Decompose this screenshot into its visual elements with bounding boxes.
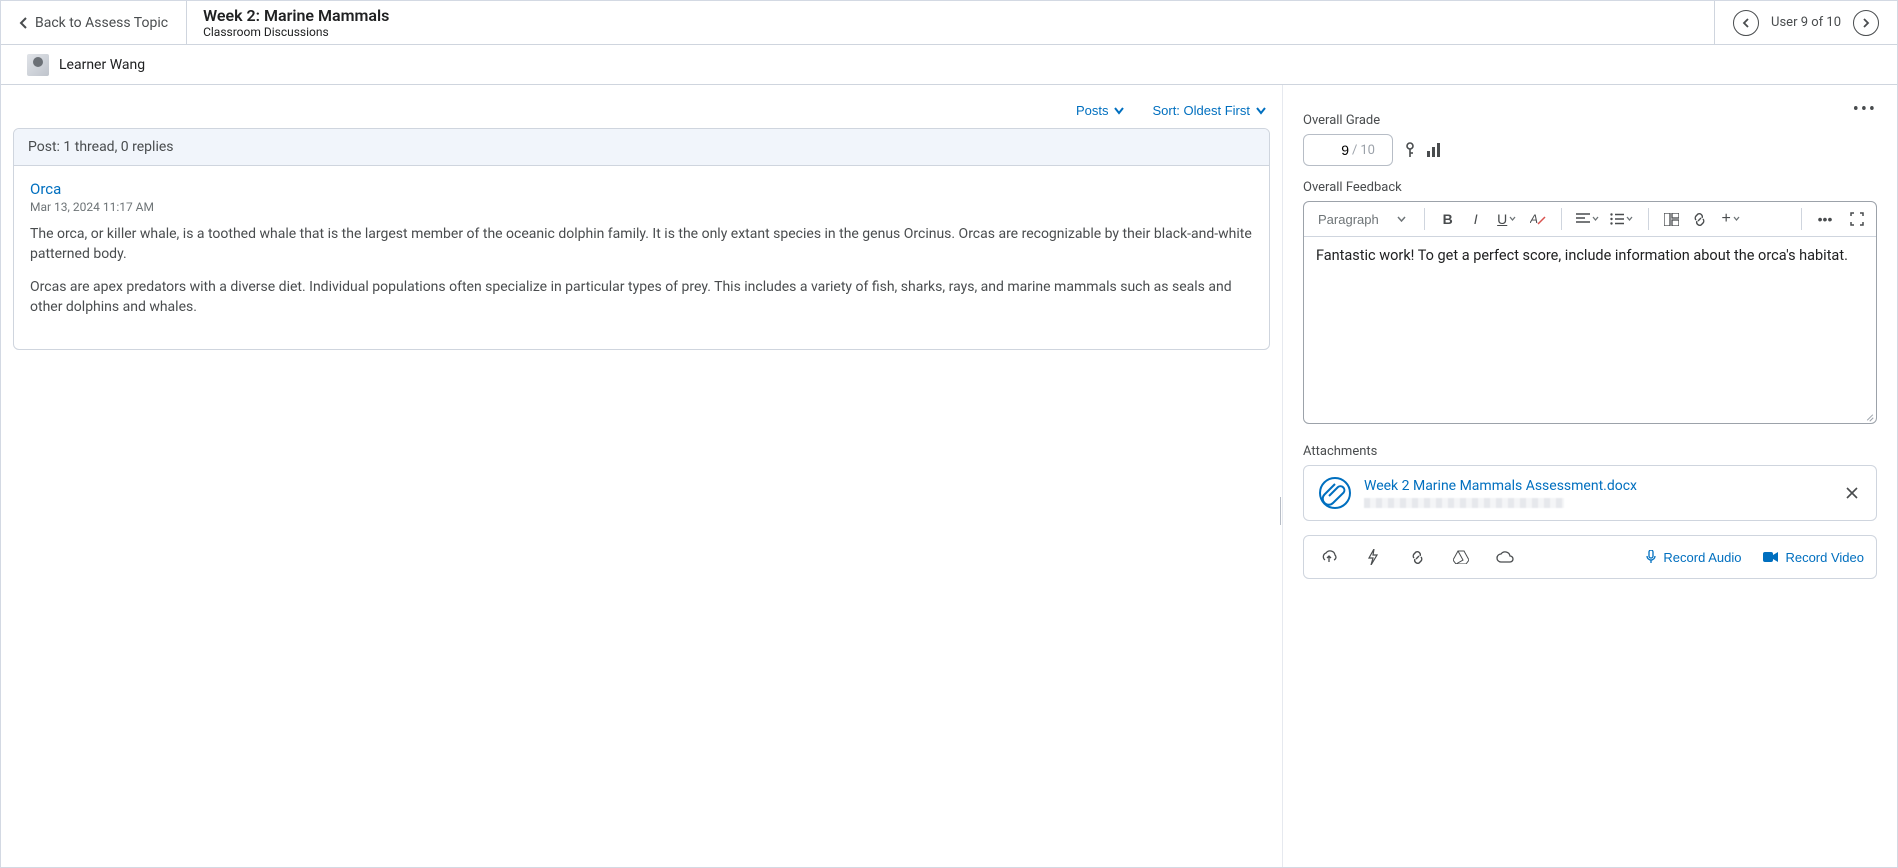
grade-input[interactable] bbox=[1321, 142, 1349, 158]
italic-button[interactable]: I bbox=[1463, 206, 1489, 232]
video-icon bbox=[1763, 551, 1779, 563]
more-actions-button[interactable]: ••• bbox=[1853, 99, 1877, 120]
attachment-name[interactable]: Week 2 Marine Mammals Assessment.docx bbox=[1364, 478, 1830, 494]
avatar bbox=[27, 54, 49, 76]
grade-separator: / bbox=[1352, 143, 1357, 158]
sort-filter-label: Sort: Oldest First bbox=[1152, 103, 1250, 118]
back-to-assess-topic[interactable]: Back to Assess Topic bbox=[1, 1, 187, 44]
toolbar-more-button[interactable]: ••• bbox=[1812, 206, 1838, 232]
feedback-text: Fantastic work! To get a perfect score, … bbox=[1316, 247, 1848, 264]
feedback-editor: Paragraph B I U A bbox=[1303, 201, 1877, 424]
clear-formatting-button[interactable]: A bbox=[1525, 206, 1551, 232]
link-button[interactable] bbox=[1404, 544, 1430, 570]
record-audio-label: Record Audio bbox=[1663, 550, 1741, 565]
chevron-down-icon bbox=[1114, 107, 1124, 115]
chevron-down-icon bbox=[1256, 107, 1266, 115]
bolt-icon bbox=[1367, 549, 1379, 565]
chevron-down-icon bbox=[1509, 216, 1516, 222]
paragraph-style-dropdown[interactable]: Paragraph bbox=[1310, 212, 1414, 227]
topic-subtitle: Classroom Discussions bbox=[203, 25, 1698, 39]
record-video-label: Record Video bbox=[1785, 550, 1864, 565]
overall-feedback-label: Overall Feedback bbox=[1303, 180, 1877, 195]
post-title[interactable]: Orca bbox=[30, 180, 1253, 198]
attachment-meta-redacted bbox=[1364, 498, 1564, 508]
feedback-tools-bar: Record Audio Record Video bbox=[1303, 535, 1877, 579]
sort-filter[interactable]: Sort: Oldest First bbox=[1152, 103, 1266, 118]
post-paragraph: The orca, or killer whale, is a toothed … bbox=[30, 224, 1253, 265]
list-icon bbox=[1610, 213, 1624, 225]
paragraph-style-label: Paragraph bbox=[1318, 212, 1379, 227]
post-card: Post: 1 thread, 0 replies Orca Mar 13, 2… bbox=[13, 128, 1270, 350]
bold-button[interactable]: B bbox=[1435, 206, 1461, 232]
underline-button[interactable]: U bbox=[1491, 206, 1523, 232]
prev-user-button[interactable] bbox=[1733, 10, 1759, 36]
media-icon bbox=[1664, 213, 1679, 226]
overall-grade-label: Overall Grade bbox=[1303, 113, 1877, 128]
editor-resize-handle[interactable] bbox=[1864, 411, 1874, 421]
statistics-icon[interactable] bbox=[1427, 143, 1440, 157]
chevron-down-icon bbox=[1592, 216, 1599, 222]
upload-file-button[interactable] bbox=[1316, 544, 1342, 570]
chevron-down-icon bbox=[1733, 216, 1740, 222]
learner-name: Learner Wang bbox=[59, 57, 145, 73]
attachment-icon bbox=[1318, 476, 1352, 510]
align-icon bbox=[1576, 213, 1590, 225]
learner-bar: Learner Wang bbox=[1, 45, 1897, 85]
link-icon bbox=[1410, 550, 1425, 565]
post-date: Mar 13, 2024 11:17 AM bbox=[30, 200, 1253, 214]
list-button[interactable] bbox=[1606, 206, 1638, 232]
align-button[interactable] bbox=[1572, 206, 1604, 232]
grade-key-icon[interactable] bbox=[1403, 142, 1417, 158]
post-summary: Post: 1 thread, 0 replies bbox=[14, 129, 1269, 166]
attachment-item: Week 2 Marine Mammals Assessment.docx bbox=[1303, 465, 1877, 521]
google-drive-button[interactable] bbox=[1448, 544, 1474, 570]
quicklink-button[interactable] bbox=[1360, 544, 1386, 570]
chevron-down-icon bbox=[1626, 216, 1633, 222]
grade-max: 10 bbox=[1360, 143, 1375, 158]
clear-format-icon: A bbox=[1530, 212, 1546, 226]
remove-attachment-button[interactable] bbox=[1842, 483, 1862, 503]
user-navigation: User 9 of 10 bbox=[1714, 1, 1897, 44]
close-icon bbox=[1846, 487, 1858, 499]
record-video-button[interactable]: Record Video bbox=[1763, 550, 1864, 565]
record-audio-button[interactable]: Record Audio bbox=[1645, 550, 1741, 565]
post-content: The orca, or killer whale, is a toothed … bbox=[30, 224, 1253, 317]
chevron-left-icon bbox=[1742, 18, 1750, 28]
upload-icon bbox=[1321, 550, 1337, 564]
cloud-icon bbox=[1496, 551, 1514, 563]
onedrive-button[interactable] bbox=[1492, 544, 1518, 570]
post-paragraph: Orcas are apex predators with a diverse … bbox=[30, 277, 1253, 318]
posts-filter[interactable]: Posts bbox=[1076, 103, 1125, 118]
posts-filter-label: Posts bbox=[1076, 103, 1109, 118]
fullscreen-button[interactable] bbox=[1844, 206, 1870, 232]
insert-media-button[interactable] bbox=[1659, 206, 1685, 232]
chevron-down-icon bbox=[1397, 216, 1406, 223]
insert-link-button[interactable] bbox=[1687, 206, 1713, 232]
topic-header: Week 2: Marine Mammals Classroom Discuss… bbox=[187, 1, 1714, 44]
chevron-right-icon bbox=[1862, 18, 1870, 28]
back-label: Back to Assess Topic bbox=[35, 15, 168, 31]
chevron-left-icon bbox=[19, 17, 29, 29]
svg-text:A: A bbox=[1530, 212, 1538, 226]
fullscreen-icon bbox=[1850, 212, 1864, 226]
editor-toolbar: Paragraph B I U A bbox=[1304, 202, 1876, 237]
microphone-icon bbox=[1645, 550, 1657, 564]
attachments-label: Attachments bbox=[1303, 444, 1877, 459]
topic-title: Week 2: Marine Mammals bbox=[203, 6, 1698, 25]
insert-more-button[interactable]: + bbox=[1715, 206, 1747, 232]
feedback-textarea[interactable]: Fantastic work! To get a perfect score, … bbox=[1304, 237, 1876, 423]
next-user-button[interactable] bbox=[1853, 10, 1879, 36]
link-icon bbox=[1692, 212, 1707, 227]
grade-input-box: / 10 bbox=[1303, 134, 1393, 166]
user-count-label: User 9 of 10 bbox=[1771, 15, 1841, 30]
google-drive-icon bbox=[1453, 550, 1469, 564]
